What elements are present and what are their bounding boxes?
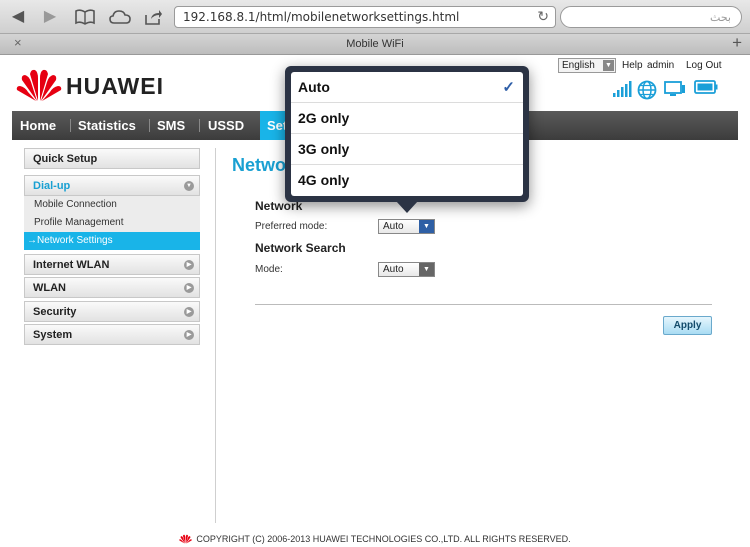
browser-toolbar: ◀ ▶ 192.168.8.1/html/mobilenetworksettin… (0, 0, 750, 34)
reload-icon[interactable]: ↻ (537, 8, 549, 25)
chevron-down-icon: ▼ (603, 60, 614, 71)
address-bar[interactable]: 192.168.8.1/html/mobilenetworksettings.h… (174, 6, 556, 28)
preferred-mode-select[interactable]: Auto ▼ (378, 219, 435, 234)
language-select[interactable]: English ▼ (558, 58, 616, 73)
connected-device-icon (664, 81, 685, 96)
chevron-right-icon: ▶ (184, 330, 194, 340)
chevron-down-icon: ▼ (419, 220, 434, 233)
sidebar-item-system[interactable]: System ▶ (24, 324, 200, 345)
sidebar-item-wlan[interactable]: WLAN ▶ (24, 277, 200, 298)
sidebar-item-mobile-connection[interactable]: Mobile Connection (24, 196, 200, 214)
nav-home[interactable]: Home (20, 118, 56, 133)
preferred-mode-popover: Auto ✓ 2G only 3G only 4G only (285, 66, 529, 202)
url-text: 192.168.8.1/html/mobilenetworksettings.h… (183, 10, 460, 24)
sidebar-item-label: Internet WLAN (33, 259, 110, 271)
chevron-down-icon: ▼ (419, 263, 434, 276)
forward-icon[interactable]: ▶ (42, 6, 58, 28)
search-mode-select[interactable]: Auto ▼ (378, 262, 435, 277)
option-3g-only[interactable]: 3G only (291, 134, 523, 165)
sidebar-item-label: Security (33, 306, 77, 318)
huawei-flower-icon (179, 534, 193, 544)
search-input[interactable]: بحث (560, 6, 742, 28)
tab-bar: × Mobile WiFi + (0, 33, 750, 55)
bookmarks-icon[interactable] (74, 6, 96, 28)
language-value: English (562, 60, 595, 71)
network-search-section-title: Network Search (255, 241, 346, 255)
sidebar-item-security[interactable]: Security ▶ (24, 301, 200, 322)
copyright-text: COPYRIGHT (C) 2006-2013 HUAWEI TECHNOLOG… (196, 534, 571, 544)
sidebar-item-quick-setup[interactable]: Quick Setup (24, 148, 200, 169)
chevron-right-icon: ▶ (184, 283, 194, 293)
sidebar-item-internet-wlan[interactable]: Internet WLAN ▶ (24, 254, 200, 275)
tab-title[interactable]: Mobile WiFi (0, 38, 750, 50)
nav-statistics[interactable]: Statistics (78, 118, 136, 133)
nav-separator (149, 119, 150, 132)
sidebar-item-label: WLAN (33, 282, 66, 294)
option-4g-only[interactable]: 4G only (291, 165, 523, 196)
huawei-flower-icon (16, 69, 62, 101)
sidebar-item-label: System (33, 329, 73, 341)
nav-ussd[interactable]: USSD (208, 118, 244, 133)
sidebar-item-network-settings[interactable]: →Network Settings (24, 232, 200, 250)
cloud-icon[interactable] (108, 6, 132, 28)
chevron-right-icon: ▶ (184, 260, 194, 270)
sidebar-item-label: Quick Setup (33, 153, 98, 165)
brand-name: HUAWEI (66, 73, 164, 99)
apply-button[interactable]: Apply (663, 316, 712, 335)
option-auto[interactable]: Auto ✓ (291, 72, 523, 103)
preferred-mode-label: Preferred mode: (255, 221, 328, 232)
checkmark-icon: ✓ (502, 79, 515, 96)
preferred-mode-value: Auto (383, 221, 404, 232)
chevron-right-icon: ▶ (184, 307, 194, 317)
popover-option-list: Auto ✓ 2G only 3G only 4G only (291, 72, 523, 196)
nav-separator (70, 119, 71, 132)
column-divider (215, 148, 216, 523)
share-icon[interactable] (144, 6, 164, 28)
sidebar-item-dialup[interactable]: Dial-up ▼ (24, 175, 200, 196)
option-label: Auto (298, 79, 330, 95)
logout-link[interactable]: Log Out (686, 60, 722, 71)
new-tab-icon[interactable]: + (732, 33, 742, 53)
help-link[interactable]: Help (622, 60, 643, 71)
nav-sms[interactable]: SMS (157, 118, 185, 133)
back-icon[interactable]: ◀ (10, 6, 26, 28)
sidebar-item-profile-management[interactable]: Profile Management (24, 214, 200, 232)
battery-icon (694, 80, 718, 94)
search-placeholder: بحث (710, 12, 731, 24)
popover-pointer (396, 201, 418, 213)
sidebar-item-label: Dial-up (33, 180, 71, 192)
footer: COPYRIGHT (C) 2006-2013 HUAWEI TECHNOLOG… (0, 534, 750, 544)
globe-icon (637, 80, 657, 100)
search-mode-value: Auto (383, 264, 404, 275)
mode-label: Mode: (255, 264, 283, 275)
nav-separator (199, 119, 200, 132)
signal-strength-icon (613, 81, 632, 97)
chevron-down-icon: ▼ (184, 181, 194, 191)
option-2g-only[interactable]: 2G only (291, 103, 523, 134)
user-name: admin (647, 60, 675, 71)
divider (255, 304, 712, 305)
